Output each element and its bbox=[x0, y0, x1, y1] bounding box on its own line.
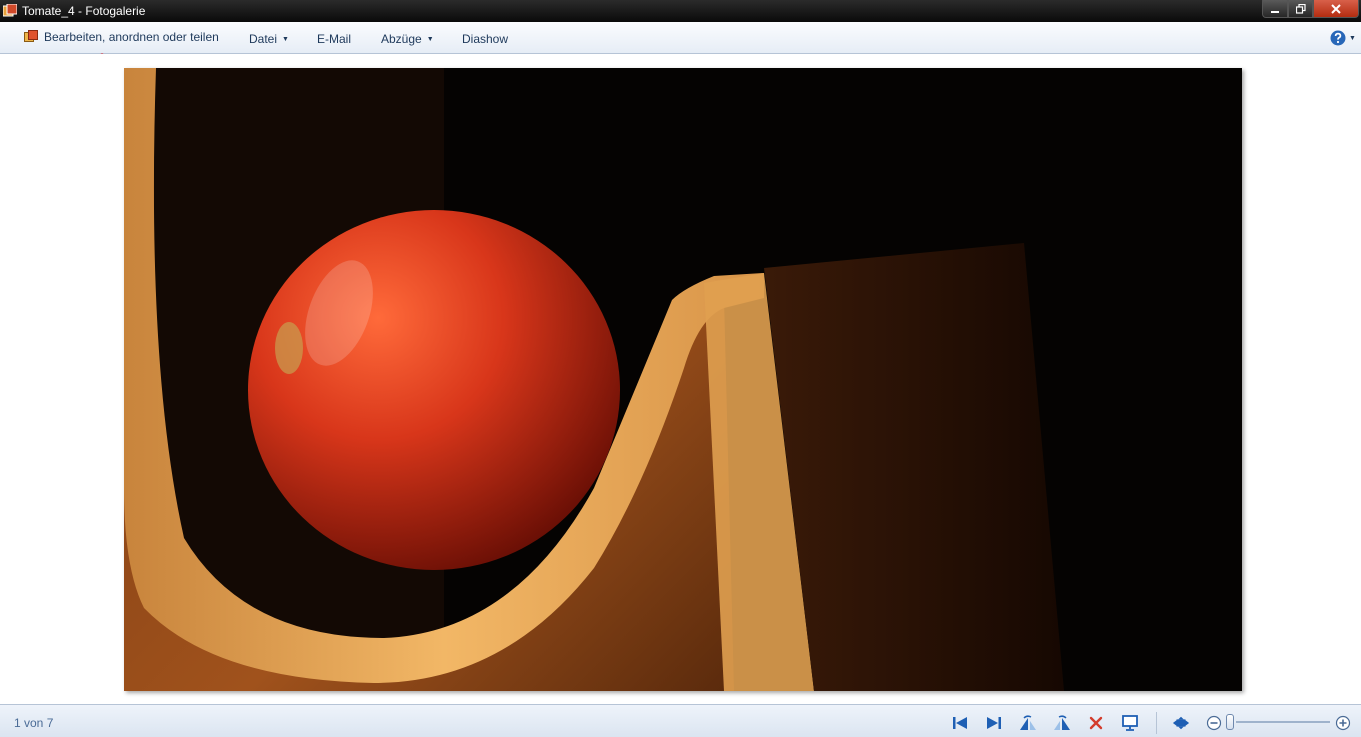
actual-size-icon bbox=[1172, 716, 1190, 730]
first-image-button[interactable] bbox=[951, 714, 969, 732]
next-image-icon bbox=[987, 717, 1001, 729]
email-label: E-Mail bbox=[317, 32, 352, 46]
slideshow-button[interactable]: Diashow bbox=[462, 32, 508, 46]
title-bar: Tomate_4 - Fotogalerie bbox=[0, 0, 1361, 22]
restore-icon bbox=[1295, 3, 1306, 14]
delete-icon bbox=[1089, 716, 1103, 730]
photo-display bbox=[124, 68, 1242, 691]
zoom-in-icon bbox=[1335, 715, 1351, 731]
chevron-down-icon: ▼ bbox=[282, 35, 289, 43]
file-menu[interactable]: Datei ▼ bbox=[249, 32, 289, 46]
rotate-left-button[interactable] bbox=[1019, 714, 1037, 732]
help-icon bbox=[1330, 30, 1346, 46]
rotate-right-button[interactable] bbox=[1053, 714, 1071, 732]
first-image-icon bbox=[953, 717, 967, 729]
file-menu-label: Datei bbox=[249, 32, 278, 46]
photo-gallery-icon bbox=[24, 30, 38, 42]
edit-arrange-share-label: Bearbeiten, anordnen oder teilen bbox=[44, 30, 219, 44]
rotate-left-icon bbox=[1020, 715, 1036, 730]
chevron-down-icon: ▼ bbox=[1349, 34, 1356, 42]
restore-button[interactable] bbox=[1288, 0, 1313, 18]
status-bar: 1 von 7 bbox=[0, 704, 1361, 737]
close-button[interactable] bbox=[1313, 0, 1359, 18]
tomato-photo bbox=[124, 68, 1242, 691]
zoom-out-button[interactable] bbox=[1205, 714, 1223, 732]
image-counter: 1 von 7 bbox=[14, 716, 54, 730]
toolbar-divider bbox=[1156, 712, 1157, 734]
zoom-out-icon bbox=[1206, 715, 1222, 731]
command-bar: Bearbeiten, anordnen oder teilen Datei ▼ … bbox=[0, 22, 1361, 54]
prints-menu[interactable]: Abzüge ▼ bbox=[381, 32, 434, 46]
close-icon bbox=[1331, 3, 1341, 14]
slideshow-icon bbox=[1122, 715, 1138, 731]
window-title: Tomate_4 - Fotogalerie bbox=[22, 4, 146, 18]
prints-menu-label: Abzüge bbox=[381, 32, 422, 46]
zoom-slider-thumb[interactable] bbox=[1226, 714, 1234, 730]
slideshow-play-button[interactable] bbox=[1121, 714, 1139, 732]
zoom-slider-track[interactable] bbox=[1236, 721, 1330, 723]
slideshow-label: Diashow bbox=[462, 32, 509, 46]
edit-arrange-share-button[interactable]: Bearbeiten, anordnen oder teilen bbox=[24, 30, 219, 44]
zoom-in-button[interactable] bbox=[1334, 714, 1352, 732]
help-button[interactable]: ▼ bbox=[1330, 30, 1356, 46]
email-button[interactable]: E-Mail bbox=[317, 32, 351, 46]
actual-size-button[interactable] bbox=[1172, 714, 1190, 732]
rotate-right-icon bbox=[1054, 715, 1070, 730]
minimize-icon bbox=[1271, 10, 1279, 13]
chevron-down-icon: ▼ bbox=[426, 35, 434, 43]
minimize-button[interactable] bbox=[1262, 0, 1288, 18]
next-image-button[interactable] bbox=[985, 714, 1003, 732]
delete-button[interactable] bbox=[1087, 714, 1105, 732]
photo-gallery-icon[interactable] bbox=[3, 4, 17, 18]
